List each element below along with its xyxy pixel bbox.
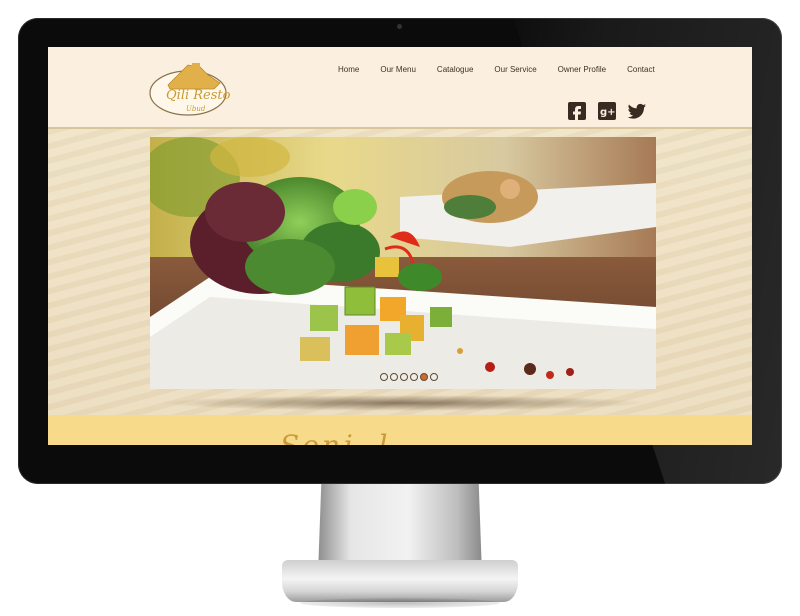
logo-main-text: Qili Resto <box>166 88 231 103</box>
slider-dot[interactable] <box>430 373 438 381</box>
logo-sub-text: Ubud <box>186 105 206 113</box>
nav-contact[interactable]: Contact <box>627 65 655 74</box>
social-links: g+ <box>567 101 647 121</box>
webcam <box>397 24 402 29</box>
section-band: Sonj..l... <box>48 415 752 445</box>
nav-owner-profile[interactable]: Owner Profile <box>558 65 606 74</box>
svg-text:g+: g+ <box>600 107 616 118</box>
logo-icon: Qili Resto Ubud <box>149 63 231 116</box>
band-script-text: Sonj..l... <box>280 429 426 445</box>
slider-dot[interactable] <box>400 373 408 381</box>
monitor-stand-base <box>282 560 518 602</box>
slider-shadow <box>158 395 648 411</box>
slider-dot[interactable] <box>380 373 388 381</box>
slider-dot-active[interactable] <box>420 373 428 381</box>
logo[interactable]: Qili Resto Ubud <box>148 55 232 117</box>
facebook-icon[interactable] <box>567 101 587 121</box>
hero-slider[interactable] <box>150 137 656 389</box>
slider-dots <box>380 373 438 381</box>
google-plus-icon[interactable]: g+ <box>597 101 617 121</box>
twitter-icon[interactable] <box>627 101 647 121</box>
stand-shadow <box>300 598 500 608</box>
salad-photo <box>150 137 656 389</box>
site-header: Qili Resto Ubud Home Our Menu Catalogue … <box>48 47 752 129</box>
slider-dot[interactable] <box>390 373 398 381</box>
nav-home[interactable]: Home <box>338 65 359 74</box>
nav-our-menu[interactable]: Our Menu <box>380 65 416 74</box>
slider-dot[interactable] <box>410 373 418 381</box>
website-screen: Qili Resto Ubud Home Our Menu Catalogue … <box>48 47 752 445</box>
main-nav: Home Our Menu Catalogue Our Service Owne… <box>338 65 676 74</box>
nav-catalogue[interactable]: Catalogue <box>437 65 473 74</box>
nav-our-service[interactable]: Our Service <box>494 65 536 74</box>
